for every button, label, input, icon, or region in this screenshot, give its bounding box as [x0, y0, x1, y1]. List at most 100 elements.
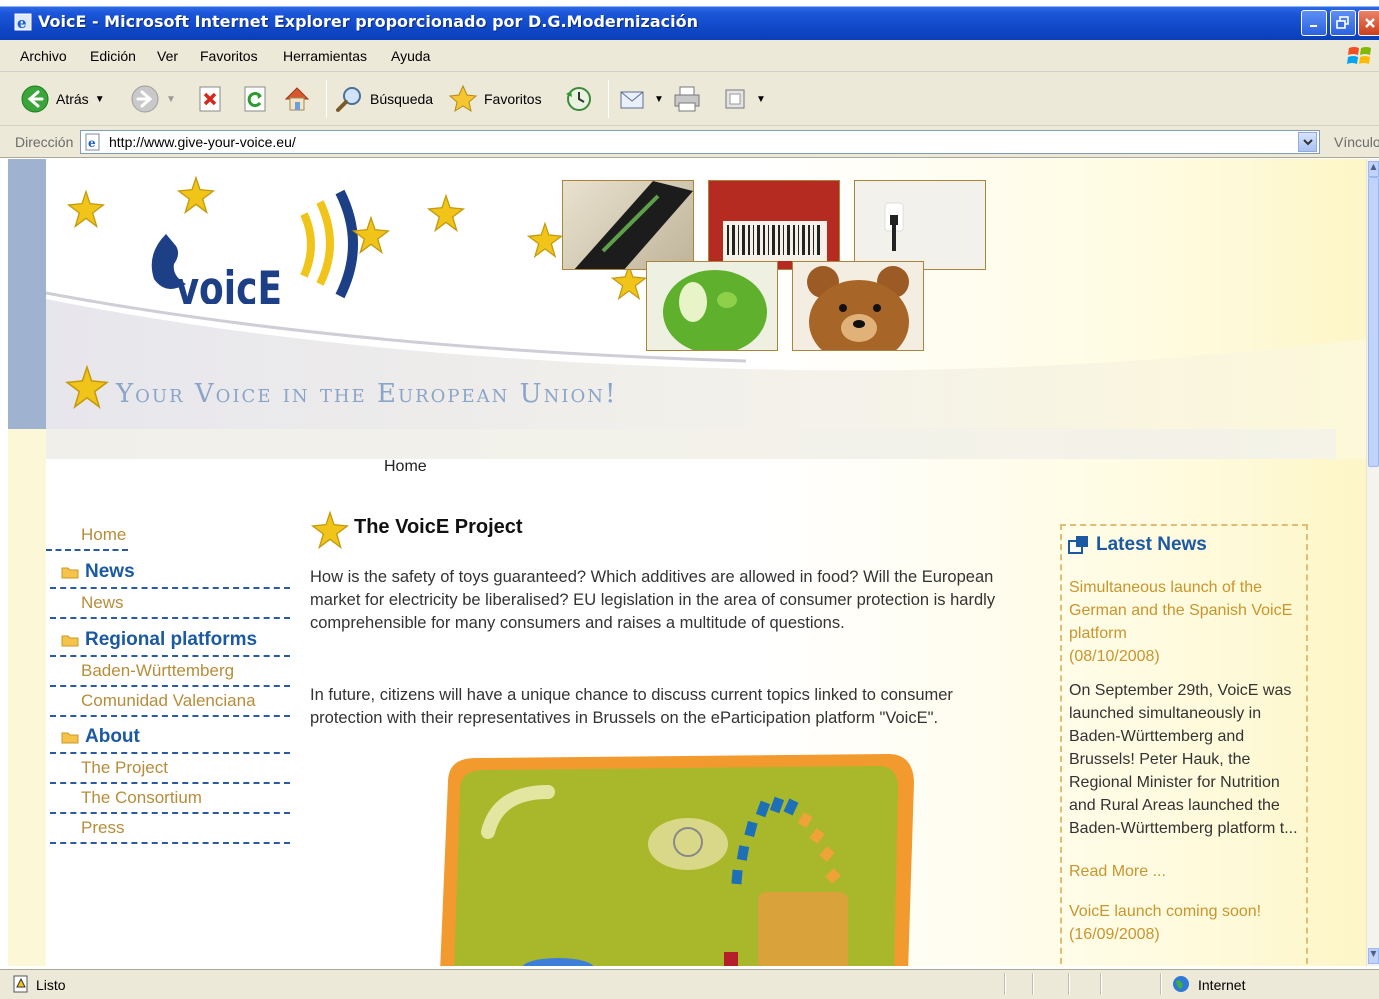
nav-heading-regional-platforms[interactable]: Regional platforms — [61, 629, 257, 651]
nav-heading-label: News — [85, 561, 135, 582]
nav-heading-news[interactable]: News — [61, 561, 135, 583]
scroll-down-icon[interactable]: ▼ — [1368, 948, 1379, 964]
left-decor-strip — [8, 429, 46, 966]
nav-divider — [50, 752, 290, 754]
address-bar: Dirección e http://www.give-your-voice.e… — [0, 126, 1379, 158]
favorites-button[interactable]: Favoritos — [448, 82, 542, 116]
star-icon — [426, 193, 466, 233]
folder-icon — [61, 635, 79, 647]
star-icon — [526, 221, 564, 259]
nav-heading-about[interactable]: About — [61, 726, 140, 748]
nav-link-the-project[interactable]: The Project — [81, 758, 168, 778]
nav-link-news[interactable]: News — [81, 593, 124, 613]
menu-herramientas[interactable]: Herramientas — [283, 48, 367, 64]
mail-dropdown-icon[interactable]: ▼ — [654, 94, 664, 105]
links-label[interactable]: Vínculo — [1334, 134, 1379, 150]
nav-heading-label: About — [85, 726, 140, 747]
nav-link-comunidad-valenciana[interactable]: Comunidad Valenciana — [81, 691, 256, 711]
browser-viewport: voicE Your Voice in the European Union! … — [8, 159, 1366, 966]
news-windows-icon — [1068, 536, 1088, 554]
nav-link-press[interactable]: Press — [81, 818, 124, 838]
forward-dropdown-icon[interactable]: ▼ — [166, 94, 176, 105]
star-icon — [351, 215, 391, 255]
nav-heading-label: Regional platforms — [85, 629, 258, 650]
nav-divider — [46, 549, 128, 551]
read-more-link[interactable]: Read More ... — [1069, 863, 1166, 881]
menu-favoritos[interactable]: Favoritos — [200, 48, 258, 64]
menu-ayuda[interactable]: Ayuda — [391, 48, 430, 64]
vertical-scrollbar[interactable]: ▲ ▼ — [1366, 159, 1379, 966]
nav-divider — [50, 655, 290, 657]
status-cell — [1032, 973, 1034, 995]
history-button[interactable] — [563, 82, 593, 116]
menu-edicion[interactable]: Edición — [90, 48, 136, 64]
intro-paragraph: How is the safety of toys guaranteed? Wh… — [310, 568, 996, 632]
toolbar-separator — [608, 80, 609, 118]
ie-logo-icon: e — [14, 13, 32, 31]
address-label: Dirección — [15, 134, 74, 150]
folder-icon — [61, 732, 79, 744]
nav-link-baden-wurttemberg[interactable]: Baden-Württemberg — [81, 661, 234, 681]
refresh-icon — [244, 86, 266, 112]
status-cell — [1004, 973, 1006, 995]
chevron-down-icon — [1302, 139, 1313, 146]
favorites-star-icon — [448, 84, 478, 113]
search-button[interactable]: Búsqueda — [334, 82, 433, 116]
windows-flag-icon — [1347, 47, 1371, 64]
nav-divider — [50, 715, 290, 717]
edit-window-icon — [725, 89, 745, 109]
home-button[interactable] — [282, 82, 312, 116]
address-field[interactable]: e http://www.give-your-voice.eu/ — [80, 130, 1320, 154]
home-icon — [284, 87, 310, 111]
web-page: voicE Your Voice in the European Union! … — [46, 159, 1366, 966]
menu-bar: Archivo Edición Ver Favoritos Herramient… — [0, 40, 1379, 72]
nav-home-link[interactable]: Home — [81, 525, 126, 545]
teddy-bear-photo — [792, 261, 924, 351]
edit-dropdown-icon[interactable]: ▼ — [756, 94, 766, 105]
menu-archivo[interactable]: Archivo — [20, 48, 67, 64]
mail-button[interactable]: ▼ — [618, 82, 664, 116]
star-icon — [310, 510, 350, 550]
printer-icon — [674, 86, 700, 112]
page-icon: e — [85, 133, 100, 151]
menu-ver[interactable]: Ver — [157, 48, 178, 64]
standard-toolbar: Atrás ▼ ▼ Búsqueda Favoritos ▼ ▼ — [0, 72, 1379, 126]
mail-icon — [620, 91, 644, 109]
status-cell — [1160, 973, 1162, 995]
barcode-photo — [708, 180, 840, 270]
latest-news-label: Latest News — [1096, 534, 1207, 555]
print-button[interactable] — [672, 82, 702, 116]
news-item-title[interactable]: Simultaneous launch of the German and th… — [1069, 576, 1294, 645]
refresh-button[interactable] — [240, 82, 270, 116]
scroll-up-icon[interactable]: ▲ — [1368, 161, 1379, 177]
back-button[interactable]: Atrás ▼ — [20, 82, 105, 116]
nav-link-the-consortium[interactable]: The Consortium — [81, 788, 202, 808]
window-title: VoicE - Microsoft Internet Explorer prop… — [38, 12, 698, 31]
stop-icon — [199, 86, 221, 112]
edit-button[interactable]: ▼ — [720, 82, 766, 116]
news-item-date: (16/09/2008) — [1069, 926, 1160, 943]
page-title: The VoicE Project — [354, 516, 523, 538]
security-zone: Internet — [1198, 977, 1246, 993]
scrollbar-thumb[interactable] — [1368, 177, 1379, 467]
breadcrumb[interactable]: Home — [384, 458, 427, 476]
status-bar: Listo Internet — [0, 969, 1379, 999]
left-decor-strip — [8, 159, 46, 429]
stop-button[interactable] — [195, 82, 225, 116]
svg-text:e: e — [88, 136, 96, 150]
close-button[interactable] — [1358, 10, 1379, 36]
minimize-button[interactable] — [1301, 10, 1327, 36]
address-dropdown-button[interactable] — [1298, 132, 1317, 152]
back-dropdown-icon[interactable]: ▼ — [95, 94, 105, 105]
latest-news-heading: Latest News — [1068, 534, 1207, 556]
restore-button[interactable] — [1330, 10, 1356, 36]
toolbar-separator — [326, 80, 327, 118]
window-titlebar: e VoicE - Microsoft Internet Explorer pr… — [0, 0, 1379, 40]
news-item-title[interactable]: VoicE launch coming soon! — [1069, 900, 1294, 923]
nav-divider — [50, 587, 290, 589]
address-url[interactable]: http://www.give-your-voice.eu/ — [109, 134, 296, 150]
nav-divider — [50, 685, 290, 687]
forward-button[interactable]: ▼ — [130, 82, 176, 116]
nav-divider — [50, 812, 290, 814]
apple-photo — [646, 261, 778, 351]
